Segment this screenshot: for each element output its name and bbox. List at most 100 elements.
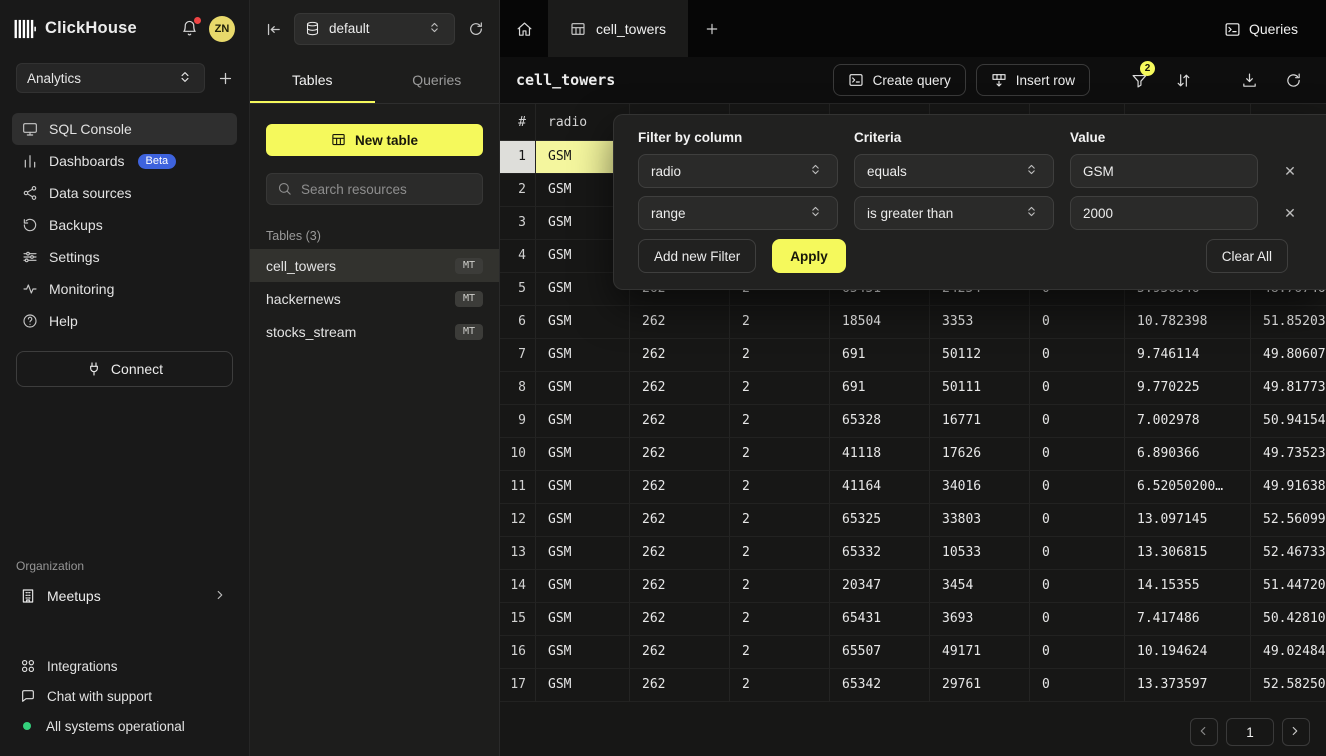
- page-number-input[interactable]: 1: [1226, 718, 1274, 746]
- table-cell[interactable]: 2: [730, 603, 830, 636]
- row-number-cell[interactable]: 5: [500, 273, 536, 306]
- table-cell[interactable]: 262: [630, 372, 730, 405]
- table-cell[interactable]: GSM: [536, 570, 630, 603]
- table-cell[interactable]: GSM: [536, 636, 630, 669]
- table-cell[interactable]: 262: [630, 339, 730, 372]
- prev-page-button[interactable]: [1190, 718, 1218, 746]
- connect-button[interactable]: Connect: [16, 351, 233, 387]
- table-cell[interactable]: 262: [630, 537, 730, 570]
- row-number-cell[interactable]: 3: [500, 207, 536, 240]
- table-cell[interactable]: 49.024841: [1251, 636, 1326, 669]
- collapse-panel-icon[interactable]: [265, 21, 281, 37]
- sidebar-item-settings[interactable]: Settings: [12, 241, 237, 273]
- row-number-cell[interactable]: 9: [500, 405, 536, 438]
- table-cell[interactable]: 0: [1030, 372, 1125, 405]
- filter-column-select[interactable]: range: [638, 196, 838, 230]
- next-page-button[interactable]: [1282, 718, 1310, 746]
- sort-button[interactable]: [1166, 64, 1200, 96]
- row-number-cell[interactable]: 15: [500, 603, 536, 636]
- table-cell[interactable]: GSM: [536, 438, 630, 471]
- table-cell[interactable]: 52.46733255: [1251, 537, 1326, 570]
- home-tab[interactable]: [500, 0, 548, 57]
- table-cell[interactable]: 33803: [930, 504, 1030, 537]
- table-cell[interactable]: 13.373597: [1125, 669, 1251, 702]
- table-cell[interactable]: 0: [1030, 636, 1125, 669]
- filter-criteria-select[interactable]: equals: [854, 154, 1054, 188]
- table-cell[interactable]: 2: [730, 372, 830, 405]
- table-cell[interactable]: 50112: [930, 339, 1030, 372]
- row-number-cell[interactable]: 11: [500, 471, 536, 504]
- row-number-cell[interactable]: 14: [500, 570, 536, 603]
- table-cell[interactable]: GSM: [536, 471, 630, 504]
- sidebar-item-meetups[interactable]: Meetups: [12, 579, 237, 613]
- table-cell[interactable]: 262: [630, 471, 730, 504]
- table-cell[interactable]: GSM: [536, 603, 630, 636]
- table-cell[interactable]: 0: [1030, 504, 1125, 537]
- download-button[interactable]: [1232, 64, 1266, 96]
- table-cell[interactable]: 0: [1030, 537, 1125, 570]
- row-number-cell[interactable]: 13: [500, 537, 536, 570]
- table-cell[interactable]: 10533: [930, 537, 1030, 570]
- integrations-link[interactable]: Integrations: [20, 651, 229, 681]
- table-cell[interactable]: GSM: [536, 372, 630, 405]
- table-cell[interactable]: 51.852036: [1251, 306, 1326, 339]
- workspace-select[interactable]: Analytics: [16, 63, 205, 93]
- tab-queries[interactable]: Queries: [375, 57, 500, 103]
- table-cell[interactable]: 2: [730, 537, 830, 570]
- table-cell[interactable]: 9.746114: [1125, 339, 1251, 372]
- table-cell[interactable]: 18504: [830, 306, 930, 339]
- filter-button[interactable]: 2: [1122, 64, 1156, 96]
- table-cell[interactable]: 2: [730, 636, 830, 669]
- table-cell[interactable]: GSM: [536, 537, 630, 570]
- table-cell[interactable]: 16771: [930, 405, 1030, 438]
- table-cell[interactable]: 49.916384: [1251, 471, 1326, 504]
- table-cell[interactable]: 0: [1030, 306, 1125, 339]
- add-workspace-button[interactable]: [217, 70, 233, 86]
- row-number-cell[interactable]: 10: [500, 438, 536, 471]
- table-cell[interactable]: 262: [630, 603, 730, 636]
- table-cell[interactable]: 2: [730, 669, 830, 702]
- user-avatar[interactable]: ZN: [209, 16, 235, 42]
- table-cell[interactable]: 41164: [830, 471, 930, 504]
- new-tab-button[interactable]: [688, 0, 736, 57]
- table-list-item-hackernews[interactable]: hackernews MT: [250, 282, 499, 315]
- table-cell[interactable]: 34016: [930, 471, 1030, 504]
- table-cell[interactable]: GSM: [536, 306, 630, 339]
- table-cell[interactable]: 13.306815: [1125, 537, 1251, 570]
- filter-value-input[interactable]: [1070, 196, 1258, 230]
- table-cell[interactable]: 0: [1030, 669, 1125, 702]
- filter-criteria-select[interactable]: is greater than: [854, 196, 1054, 230]
- sidebar-item-sql-console[interactable]: SQL Console: [12, 113, 237, 145]
- table-cell[interactable]: 3353: [930, 306, 1030, 339]
- table-cell[interactable]: 262: [630, 570, 730, 603]
- table-cell[interactable]: 0: [1030, 471, 1125, 504]
- table-cell[interactable]: 52.582505: [1251, 669, 1326, 702]
- refresh-icon[interactable]: [468, 21, 484, 37]
- remove-filter-icon[interactable]: ✕: [1274, 163, 1306, 180]
- notifications-button[interactable]: [179, 18, 200, 39]
- table-cell[interactable]: 262: [630, 636, 730, 669]
- new-table-button[interactable]: New table: [266, 124, 483, 156]
- table-cell[interactable]: 52.560998: [1251, 504, 1326, 537]
- table-cell[interactable]: 65328: [830, 405, 930, 438]
- table-cell[interactable]: 50.941544: [1251, 405, 1326, 438]
- remove-filter-icon[interactable]: ✕: [1274, 205, 1306, 222]
- insert-row-button[interactable]: Insert row: [976, 64, 1090, 96]
- row-number-cell[interactable]: 2: [500, 174, 536, 207]
- row-number-cell[interactable]: 1: [500, 141, 536, 174]
- row-number-cell[interactable]: 6: [500, 306, 536, 339]
- table-cell[interactable]: 3454: [930, 570, 1030, 603]
- database-select[interactable]: default: [294, 13, 455, 45]
- apply-filter-button[interactable]: Apply: [772, 239, 846, 273]
- table-list-item-cell-towers[interactable]: cell_towers MT: [250, 249, 499, 282]
- tab-tables[interactable]: Tables: [250, 57, 375, 103]
- table-list-item-stocks-stream[interactable]: stocks_stream MT: [250, 315, 499, 348]
- search-input[interactable]: [301, 182, 472, 197]
- table-cell[interactable]: 0: [1030, 339, 1125, 372]
- table-cell[interactable]: 0: [1030, 603, 1125, 636]
- sidebar-item-monitoring[interactable]: Monitoring: [12, 273, 237, 305]
- table-cell[interactable]: 10.194624: [1125, 636, 1251, 669]
- table-cell[interactable]: 29761: [930, 669, 1030, 702]
- table-cell[interactable]: 262: [630, 306, 730, 339]
- table-cell[interactable]: 6.52050200…: [1125, 471, 1251, 504]
